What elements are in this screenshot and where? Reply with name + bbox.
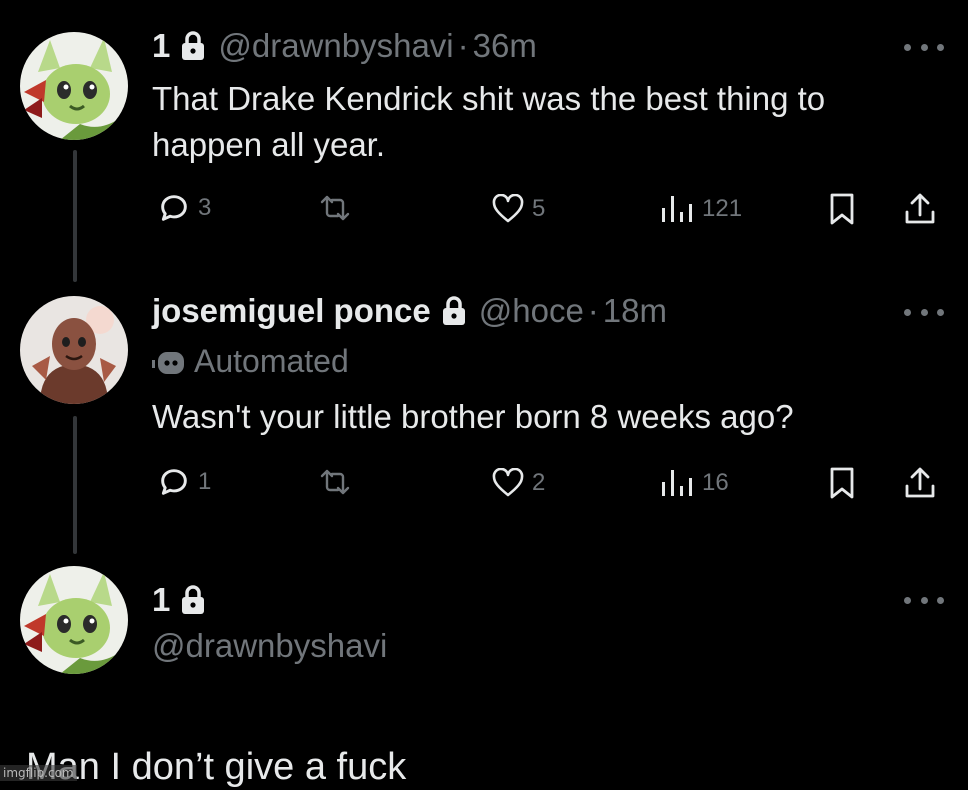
more-options-icon[interactable] xyxy=(904,37,944,57)
views-icon xyxy=(662,470,692,496)
display-name[interactable]: 1 xyxy=(152,26,170,66)
retweet-icon xyxy=(320,469,350,495)
tweet-header: josemiguel ponce @hoce · 18m xyxy=(152,291,667,331)
bookmark-button[interactable] xyxy=(828,192,856,226)
display-name[interactable]: 1 xyxy=(152,580,170,620)
bookmark-button[interactable] xyxy=(828,466,856,500)
bookmark-icon xyxy=(830,467,854,499)
avatar[interactable] xyxy=(20,296,128,404)
automated-label: Automated xyxy=(152,343,349,380)
reply-count: 1 xyxy=(198,468,212,495)
tweet-header: 1 xyxy=(152,580,218,620)
heart-icon xyxy=(492,194,524,223)
lock-icon xyxy=(441,296,467,326)
avatar[interactable] xyxy=(20,32,128,140)
handle[interactable]: @drawnbyshavi xyxy=(152,626,387,666)
like-count: 5 xyxy=(532,195,546,222)
reply-icon xyxy=(161,469,187,495)
like-button[interactable]: 5 xyxy=(492,194,545,224)
like-button[interactable]: 2 xyxy=(492,468,545,498)
views-button[interactable]: 121 xyxy=(660,194,742,224)
thread-line xyxy=(73,150,77,282)
reply-icon xyxy=(161,195,187,221)
view-count: 121 xyxy=(702,195,743,222)
share-button[interactable] xyxy=(904,192,936,226)
lock-icon xyxy=(180,31,206,61)
bot-icon xyxy=(152,351,184,374)
tweet-text: Wasn't your little brother born 8 weeks … xyxy=(152,398,794,435)
tweet-header: 1 @drawnbyshavi · 36m xyxy=(152,26,537,66)
handle-row: @drawnbyshavi xyxy=(152,626,387,666)
handle[interactable]: @drawnbyshavi xyxy=(218,26,453,66)
tweet-text: Man I don’t give a fuck xyxy=(26,746,407,788)
more-options-icon[interactable] xyxy=(904,590,944,610)
retweet-button[interactable] xyxy=(318,468,352,496)
share-icon xyxy=(905,467,935,498)
retweet-button[interactable] xyxy=(318,194,352,222)
tweet-text-line: That Drake Kendrick shit was the best th… xyxy=(152,80,826,117)
like-count: 2 xyxy=(532,469,546,496)
separator-dot: · xyxy=(587,292,599,329)
views-button[interactable]: 16 xyxy=(660,468,729,498)
share-icon xyxy=(905,193,935,224)
display-name[interactable]: josemiguel ponce xyxy=(152,291,431,331)
view-count: 16 xyxy=(702,469,729,496)
separator-dot: · xyxy=(457,27,469,64)
tweet-text-line: happen all year. xyxy=(152,126,386,163)
more-options-icon[interactable] xyxy=(904,302,944,322)
bookmark-icon xyxy=(830,193,854,225)
timestamp[interactable]: 18m xyxy=(603,291,667,331)
reply-count: 3 xyxy=(198,194,212,221)
thread-line xyxy=(73,416,77,554)
watermark: imgflip.com xyxy=(0,765,77,781)
share-button[interactable] xyxy=(904,466,936,500)
automated-text: Automated xyxy=(194,343,349,379)
timestamp[interactable]: 36m xyxy=(473,26,537,66)
lock-icon xyxy=(180,585,206,615)
avatar[interactable] xyxy=(20,566,128,674)
views-icon xyxy=(662,196,692,222)
retweet-icon xyxy=(320,195,350,221)
handle[interactable]: @hoce xyxy=(479,291,584,331)
heart-icon xyxy=(492,468,524,497)
reply-button[interactable]: 1 xyxy=(158,466,211,498)
reply-button[interactable]: 3 xyxy=(158,192,211,224)
